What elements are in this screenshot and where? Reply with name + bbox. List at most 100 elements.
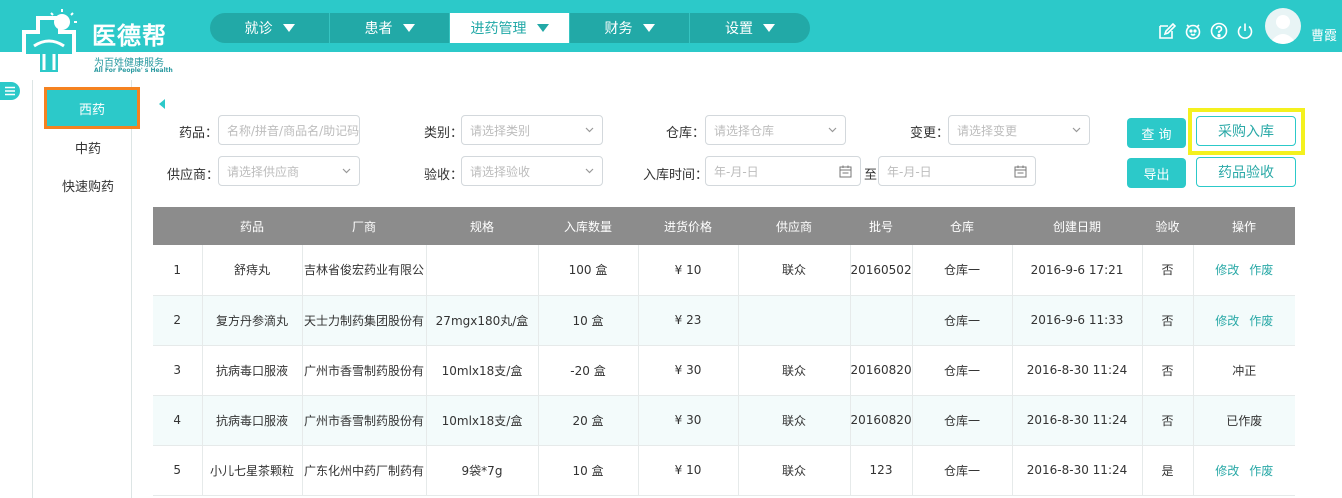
nav-label: 设置 [725, 21, 753, 37]
col-header-maker: 厂商 [302, 207, 426, 245]
table-header-row: 药品 厂商 规格 入库数量 进货价格 供应商 批号 仓库 创建日期 验收 操作 [153, 207, 1295, 245]
col-header-batch: 批号 [850, 207, 912, 245]
nav-item-drug-purchase[interactable]: 进药管理 [450, 13, 570, 43]
void-link[interactable]: 作废 [1249, 464, 1273, 478]
cell-check: 是 [1141, 445, 1193, 496]
cell-spec: 9袋*7g [425, 445, 538, 496]
cell-qty: 10 盒 [537, 295, 638, 346]
cell-price: ¥ 10 [637, 245, 738, 296]
chevron-down-icon [342, 168, 351, 174]
edit-link[interactable]: 修改 [1215, 464, 1239, 478]
caret-down-icon [763, 24, 775, 32]
col-header-no [153, 207, 202, 245]
cell-batch [849, 295, 912, 346]
category-label: 类别： [424, 126, 464, 141]
bell-icon[interactable] [1184, 22, 1202, 40]
stock-in-table: 药品 厂商 规格 入库数量 进货价格 供应商 批号 仓库 创建日期 验收 操作 … [153, 207, 1295, 496]
cell-maker: 吉林省俊宏药业有限公 [301, 245, 426, 296]
chevron-down-icon [1072, 127, 1081, 133]
cell-warehouse: 仓库一 [911, 395, 1012, 446]
category-select[interactable]: 请选择类别 [461, 115, 603, 145]
nav-item-settings[interactable]: 设置 [690, 13, 810, 43]
cell-supplier: 联众 [737, 395, 850, 446]
header-tools [1158, 22, 1254, 40]
cell-ops: 修改 作废 [1192, 295, 1295, 346]
cell-no: 2 [153, 295, 202, 346]
nav-label: 就诊 [244, 21, 273, 37]
end-date-input[interactable]: 年-月-日 [878, 156, 1036, 186]
caret-down-icon [402, 24, 415, 32]
col-header-check: 验收 [1142, 207, 1193, 245]
cell-batch: 20160820 [849, 345, 912, 396]
cell-drug: 复方丹参滴丸 [201, 295, 302, 346]
query-button[interactable]: 查 询 [1127, 118, 1186, 148]
start-date-placeholder: 年-月-日 [714, 164, 759, 179]
cell-drug: 抗病毒口服液 [201, 345, 302, 396]
supplier-placeholder: 请选择供应商 [227, 164, 300, 179]
cell-no: 1 [153, 245, 202, 296]
cell-price: ¥ 10 [637, 445, 738, 496]
cell-maker: 广州市香雪制药股份有 [301, 345, 426, 396]
export-button[interactable]: 导出 [1127, 158, 1186, 188]
nav-item-finance[interactable]: 财务 [570, 13, 690, 43]
menu-icon [5, 86, 15, 96]
cell-price: ¥ 23 [637, 295, 738, 346]
col-header-supplier: 供应商 [738, 207, 850, 245]
end-date-placeholder: 年-月-日 [887, 164, 932, 179]
cell-batch: 123 [849, 445, 912, 496]
sidebar-toggle[interactable] [0, 82, 20, 100]
cell-check: 否 [1141, 295, 1193, 346]
cell-ops: 修改 作废 [1192, 245, 1295, 296]
cell-ops: 修改 作废 [1192, 445, 1295, 496]
change-label: 变更： [910, 126, 950, 141]
cell-batch: 20160820 [849, 395, 912, 446]
drug-check-button[interactable]: 药品验收 [1196, 157, 1296, 187]
chevron-down-icon [828, 127, 837, 133]
col-header-spec: 规格 [426, 207, 538, 245]
cell-date: 2016-8-30 11:24 [1011, 345, 1142, 396]
user-name[interactable]: 曹霞 [1311, 25, 1337, 44]
void-link[interactable]: 作废 [1249, 314, 1273, 328]
drug-label: 药品： [179, 126, 219, 141]
calendar-icon [839, 165, 852, 178]
col-header-drug: 药品 [202, 207, 302, 245]
check-select[interactable]: 请选择验收 [461, 156, 603, 186]
cell-maker: 广东化州中药厂制药有 [301, 445, 426, 496]
edit-icon[interactable] [1158, 22, 1176, 40]
col-header-date: 创建日期 [1012, 207, 1142, 245]
edit-link[interactable]: 修改 [1215, 314, 1239, 328]
cell-date: 2016-8-30 11:24 [1011, 445, 1142, 496]
cell-supplier: 联众 [737, 345, 850, 396]
nav-item-patient[interactable]: 患者 [330, 13, 450, 43]
avatar[interactable] [1265, 8, 1301, 44]
brand-subtitle-en: All For People' s Health [94, 67, 173, 74]
col-header-ops: 操作 [1193, 207, 1295, 245]
cell-date: 2016-9-6 17:21 [1011, 245, 1142, 296]
edit-link[interactable]: 修改 [1215, 263, 1239, 277]
start-date-input[interactable]: 年-月-日 [705, 156, 861, 186]
check-placeholder: 请选择验收 [470, 164, 531, 179]
cell-qty: 100 盒 [537, 245, 638, 296]
warehouse-label: 仓库： [666, 126, 706, 141]
main-nav: 就诊 患者 进药管理 财务 设置 [210, 13, 810, 43]
nav-label: 财务 [604, 21, 633, 37]
cell-drug: 舒痔丸 [201, 245, 302, 296]
nav-item-visit[interactable]: 就诊 [210, 13, 330, 43]
warehouse-select[interactable]: 请选择仓库 [705, 115, 846, 145]
supplier-select[interactable]: 请选择供应商 [218, 156, 360, 186]
cell-check: 否 [1141, 395, 1193, 446]
sidebar-item-quick-purchase[interactable]: 快速购药 [43, 170, 133, 200]
change-select[interactable]: 请选择变更 [948, 115, 1090, 145]
brand-title: 医德帮 [92, 22, 167, 50]
cell-qty: 10 盒 [537, 445, 638, 496]
cell-supplier [737, 295, 850, 346]
void-link[interactable]: 作废 [1249, 263, 1273, 277]
power-icon[interactable] [1236, 22, 1254, 40]
drug-search-input[interactable]: 名称/拼音/商品名/助记码 [218, 115, 360, 145]
brand-logo[interactable]: 医德帮 为百姓健康服务 All For People' s Health [12, 4, 182, 76]
cell-qty: -20 盒 [537, 345, 638, 396]
table-row: 1 舒痔丸 吉林省俊宏药业有限公 100 盒 ¥ 10 联众 20160502 … [153, 245, 1295, 296]
help-icon[interactable] [1210, 22, 1228, 40]
sidebar-item-western-medicine[interactable]: 西药 [44, 87, 140, 129]
sidebar-item-chinese-medicine[interactable]: 中药 [43, 132, 133, 162]
